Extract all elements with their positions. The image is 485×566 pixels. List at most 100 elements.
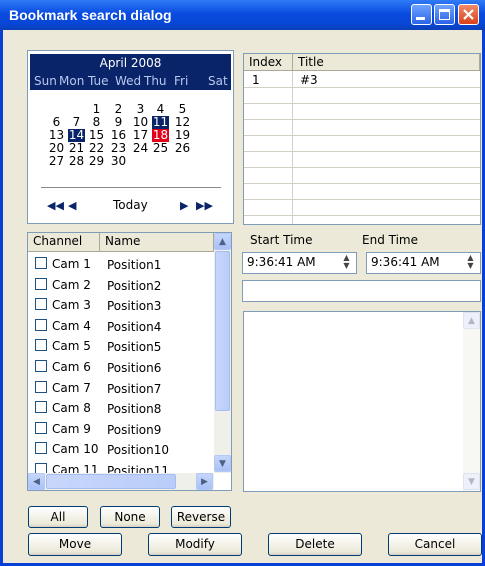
grid-line	[244, 167, 480, 168]
channel-header[interactable]: Channel	[28, 233, 100, 252]
reverse-selection-button[interactable]: Reverse	[171, 506, 231, 528]
start-time-value[interactable]: 9:36:41 AM	[247, 255, 316, 269]
channel-checkbox[interactable]	[35, 421, 47, 434]
channel-checkbox[interactable]	[35, 401, 47, 414]
scroll-right-icon[interactable]: ▶	[196, 473, 213, 490]
name-header[interactable]: Name	[100, 233, 214, 252]
prev-year-icon[interactable]: ◀◀	[47, 199, 64, 212]
bookmark-index-header[interactable]: Index	[244, 54, 293, 71]
channel-row[interactable]: Cam 5 Position5	[28, 335, 214, 355]
bookmark-memo[interactable]: ▲ ▼	[243, 311, 481, 492]
name-cell: Position3	[107, 299, 162, 314]
channel-row[interactable]: Cam 3 Position3	[28, 294, 214, 314]
end-time-picker[interactable]: 9:36:41 AM ▲ ▼	[366, 252, 481, 274]
channel-vertical-scrollbar[interactable]: ▲ ▼	[214, 233, 231, 473]
channel-checkbox[interactable]	[35, 277, 47, 290]
channel-checkbox[interactable]	[35, 298, 47, 311]
channel-row[interactable]: Cam 8 Position8	[28, 397, 214, 417]
delete-button[interactable]: Delete	[268, 533, 362, 556]
grid-line	[244, 103, 480, 104]
channel-list[interactable]: Channel Name Cam 1 Position1 Cam 2 Position…	[27, 232, 232, 491]
calendar-day[interactable]: 29	[88, 155, 105, 168]
scroll-thumb[interactable]	[215, 251, 230, 411]
next-year-icon[interactable]: ▶▶	[196, 199, 213, 212]
bookmark-title-cell[interactable]: #3	[300, 73, 318, 87]
channel-checkbox[interactable]	[35, 442, 47, 455]
name-cell: Position10	[107, 443, 169, 458]
start-time-label: Start Time	[250, 233, 313, 247]
channel-cell: Cam 5	[52, 339, 91, 354]
calendar-today-button[interactable]: Today	[113, 198, 148, 212]
calendar-day[interactable]: 24	[132, 142, 149, 155]
title-bar[interactable]: Bookmark search dialog	[0, 0, 485, 30]
channel-cell: Cam 3	[52, 298, 91, 313]
memo-scroll-down-icon[interactable]: ▼	[463, 473, 480, 490]
select-all-button[interactable]: All	[28, 506, 88, 528]
modify-button[interactable]: Modify	[148, 533, 242, 556]
weekday-wed: Wed	[115, 74, 142, 88]
channel-checkbox[interactable]	[35, 257, 47, 269]
calendar-separator	[41, 187, 221, 188]
window-title: Bookmark search dialog	[9, 7, 172, 23]
weekday-mon: Mon	[59, 74, 85, 88]
channel-cell: Cam 10	[52, 442, 99, 457]
channel-checkbox[interactable]	[35, 380, 47, 393]
channel-cell: Cam 8	[52, 401, 91, 416]
cancel-button[interactable]: Cancel	[388, 533, 482, 556]
channel-cell: Cam 1	[52, 257, 91, 271]
end-time-spin-icon[interactable]: ▲ ▼	[463, 254, 478, 270]
search-text-field[interactable]	[242, 280, 481, 302]
name-cell: Position8	[107, 402, 162, 417]
maximize-button[interactable]	[434, 4, 455, 25]
channel-cell: Cam 2	[52, 277, 91, 292]
bookmark-index-cell[interactable]: 1	[252, 73, 260, 87]
name-cell: Position6	[107, 361, 162, 375]
channel-cell: Cam 9	[52, 421, 91, 436]
channel-checkbox[interactable]	[35, 318, 47, 331]
calendar-day[interactable]: 30	[110, 155, 127, 168]
move-button[interactable]: Move	[28, 533, 122, 556]
channel-horizontal-scrollbar[interactable]: ◀ ▶	[28, 473, 214, 490]
channel-checkbox[interactable]	[35, 339, 47, 352]
select-none-button[interactable]: None	[100, 506, 160, 528]
end-time-value[interactable]: 9:36:41 AM	[371, 255, 440, 269]
end-time-label: End Time	[362, 233, 418, 247]
minimize-button[interactable]	[411, 4, 432, 25]
channel-row[interactable]: Cam 9 Position9	[28, 418, 214, 438]
next-month-icon[interactable]: ▶	[180, 199, 188, 212]
start-time-spin-icon[interactable]: ▲ ▼	[339, 254, 354, 270]
start-time-picker[interactable]: 9:36:41 AM ▲ ▼	[242, 252, 357, 274]
name-cell: Position4	[107, 319, 162, 334]
bookmark-title-header[interactable]: Title	[293, 54, 480, 71]
prev-month-icon[interactable]: ◀	[68, 199, 76, 212]
close-button[interactable]	[458, 4, 479, 25]
weekday-thu: Thu	[144, 74, 167, 88]
channel-row[interactable]: Cam 6 Position6	[28, 356, 214, 376]
channel-row[interactable]: Cam 4 Position4	[28, 315, 214, 335]
channel-row[interactable]: Cam 10 Position10	[28, 438, 214, 458]
calendar-day[interactable]: 25	[152, 142, 169, 155]
calendar-day[interactable]: 26	[174, 142, 191, 155]
memo-scroll-up-icon[interactable]: ▲	[463, 312, 480, 329]
horizontal-scroll-thumb[interactable]	[46, 474, 176, 489]
channel-checkbox[interactable]	[35, 360, 47, 372]
bookmark-list[interactable]: Index Title 1 #3	[243, 53, 481, 225]
channel-row[interactable]: Cam 7 Position7	[28, 377, 214, 397]
memo-scrollbar[interactable]: ▲ ▼	[463, 312, 480, 491]
name-cell: Position7	[107, 381, 162, 396]
name-cell: Position9	[107, 422, 162, 437]
calendar-day[interactable]: 27	[48, 155, 65, 168]
channel-cell: Cam 7	[52, 380, 91, 395]
grid-line	[244, 199, 480, 200]
name-cell: Position2	[107, 278, 162, 293]
channel-row[interactable]: Cam 1 Position1	[28, 253, 214, 273]
calendar: April 2008 Sun Mon Tue Wed Thu Fri Sat 1234567…	[27, 50, 234, 224]
calendar-month-label: April 2008	[99, 56, 162, 70]
channel-row[interactable]: Cam 2 Position2	[28, 274, 214, 294]
scroll-up-icon[interactable]: ▲	[214, 233, 231, 250]
channel-cell: Cam 4	[52, 318, 91, 333]
channel-cell: Cam 6	[52, 360, 91, 374]
scroll-down-icon[interactable]: ▼	[214, 455, 231, 472]
scroll-left-icon[interactable]: ◀	[28, 473, 45, 490]
calendar-day[interactable]: 28	[68, 155, 85, 168]
